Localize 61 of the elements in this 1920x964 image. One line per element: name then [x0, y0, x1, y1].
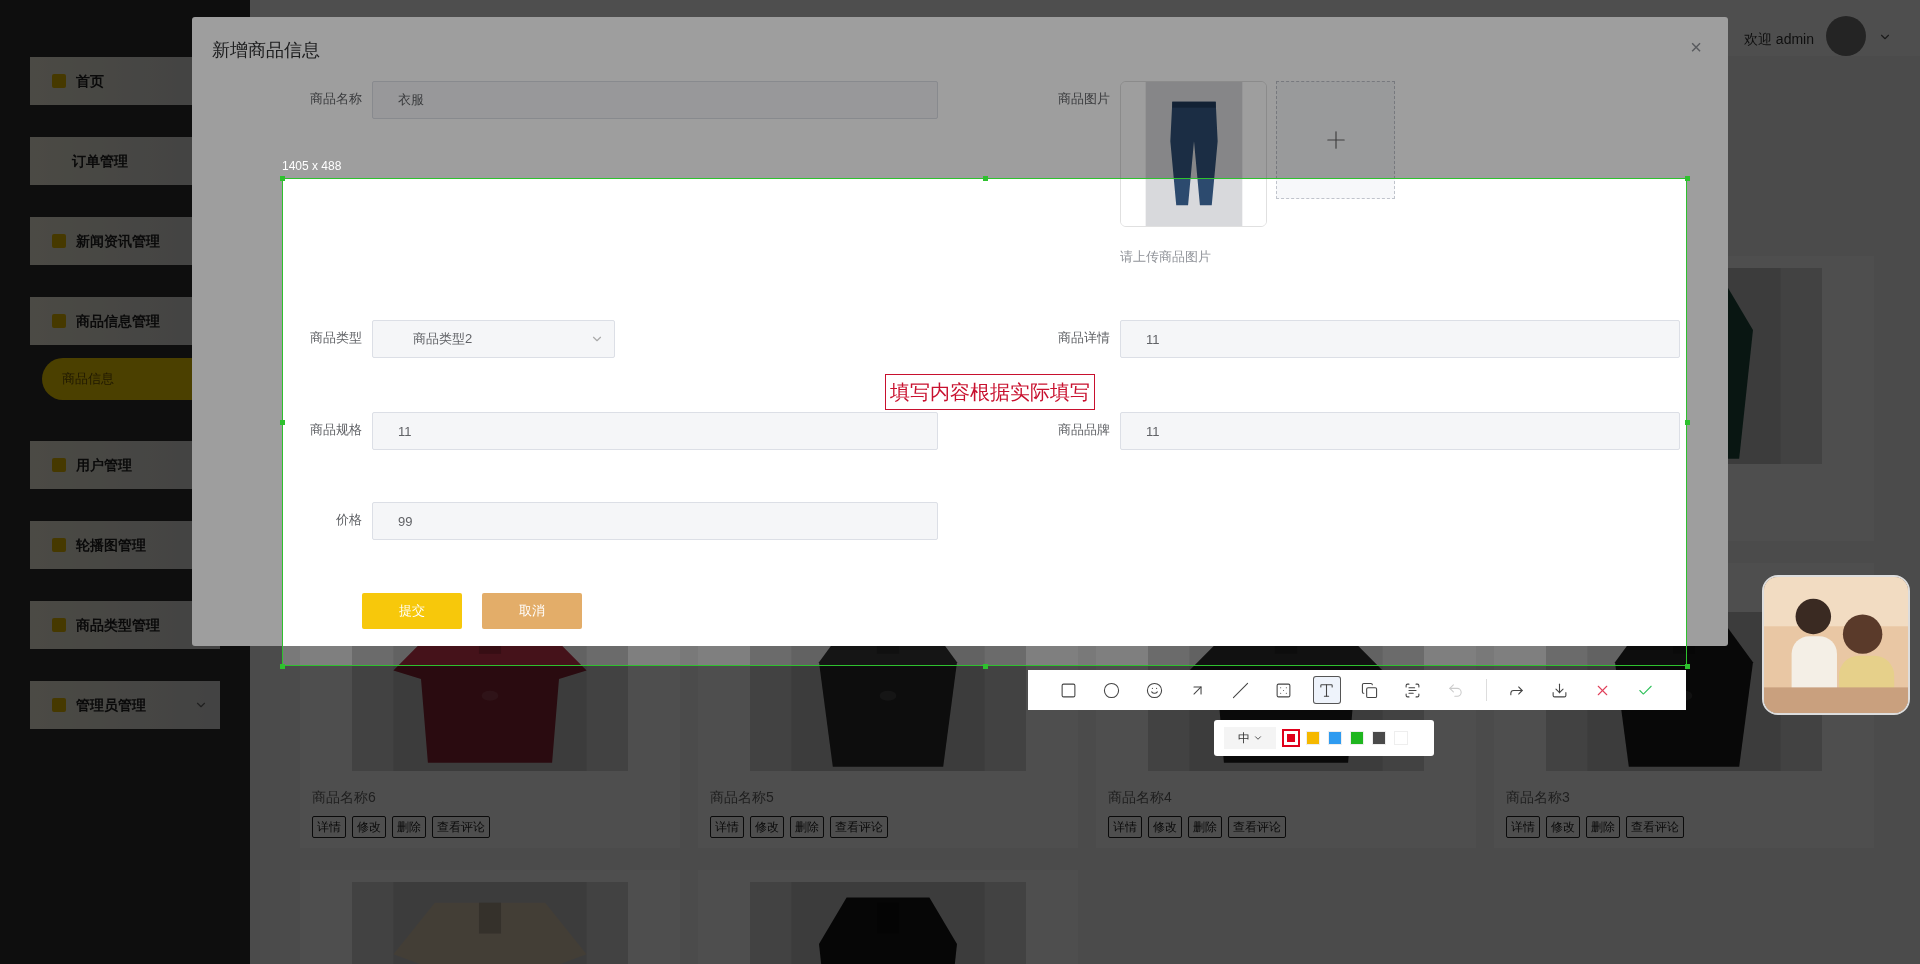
select-field[interactable]: 商品类型2: [372, 320, 615, 358]
action-button[interactable]: 详情: [710, 816, 744, 838]
submit-button[interactable]: 提交: [362, 593, 462, 629]
action-button[interactable]: 删除: [1586, 816, 1620, 838]
menu-icon: [52, 234, 66, 248]
action-button[interactable]: 查看评论: [432, 816, 490, 838]
field-label: 商品品牌: [1057, 421, 1110, 439]
caret-icon: [1252, 733, 1263, 743]
upload-hint: 请上传商品图片: [1120, 248, 1212, 266]
selection-handle[interactable]: [280, 664, 285, 669]
welcome-text: 欢迎 admin: [1743, 30, 1814, 49]
selection-handle[interactable]: [982, 176, 988, 181]
field-label: 商品类型: [309, 329, 362, 347]
size-dropdown[interactable]: 中: [1224, 727, 1276, 749]
input-field[interactable]: 11: [1120, 320, 1680, 358]
menu-icon: [52, 618, 66, 632]
action-button[interactable]: 修改: [352, 816, 386, 838]
text-icon[interactable]: [1313, 677, 1340, 703]
action-button[interactable]: 详情: [1506, 816, 1540, 838]
sidebar-item[interactable]: 管理员管理: [30, 681, 220, 729]
selection-handle[interactable]: [280, 420, 285, 425]
action-button[interactable]: 修改: [750, 816, 784, 838]
action-button[interactable]: 删除: [392, 816, 426, 838]
input-field[interactable]: 11: [372, 412, 938, 450]
action-button[interactable]: 查看评论: [1626, 816, 1684, 838]
selection-handle[interactable]: [1685, 664, 1690, 669]
selection-handle[interactable]: [1685, 176, 1690, 181]
capture-selection[interactable]: [282, 178, 1687, 666]
menu-icon: [52, 538, 66, 552]
field-label: 商品图片: [1057, 90, 1110, 108]
field-label: 商品规格: [309, 421, 362, 439]
action-button[interactable]: 查看评论: [830, 816, 888, 838]
color-swatch[interactable]: [1350, 731, 1364, 745]
annotation-text[interactable]: 填写内容根据实际填写: [885, 374, 1095, 410]
action-button[interactable]: 详情: [1108, 816, 1142, 838]
color-swatch[interactable]: [1372, 731, 1386, 745]
action-button[interactable]: 修改: [1546, 816, 1580, 838]
field-label: 价格: [335, 511, 362, 529]
menu-icon: [52, 458, 66, 472]
action-button[interactable]: 修改: [1148, 816, 1182, 838]
input-field[interactable]: 99: [372, 502, 938, 540]
menu-icon: [52, 74, 66, 88]
action-button[interactable]: 删除: [790, 816, 824, 838]
color-swatch[interactable]: [1328, 731, 1342, 745]
field-label: 商品名称: [309, 90, 362, 108]
menu-icon: [52, 698, 66, 712]
selection-size: 1405 x 488: [282, 158, 342, 175]
close-button[interactable]: ×: [1684, 37, 1708, 57]
selection-handle[interactable]: [982, 664, 988, 669]
action-button[interactable]: 删除: [1188, 816, 1222, 838]
action-button[interactable]: 查看评论: [1228, 816, 1286, 838]
action-button[interactable]: 详情: [312, 816, 346, 838]
cancel-button[interactable]: 取消: [482, 593, 582, 629]
input-field[interactable]: 11: [1120, 412, 1680, 450]
selection-handle[interactable]: [280, 176, 285, 181]
selection-handle[interactable]: [1685, 420, 1690, 425]
field-label: 商品详情: [1057, 329, 1110, 347]
color-swatch[interactable]: [1306, 731, 1320, 745]
upload-button[interactable]: [1276, 81, 1395, 199]
input-field[interactable]: 衣服: [372, 81, 938, 119]
menu-icon: [52, 314, 66, 328]
